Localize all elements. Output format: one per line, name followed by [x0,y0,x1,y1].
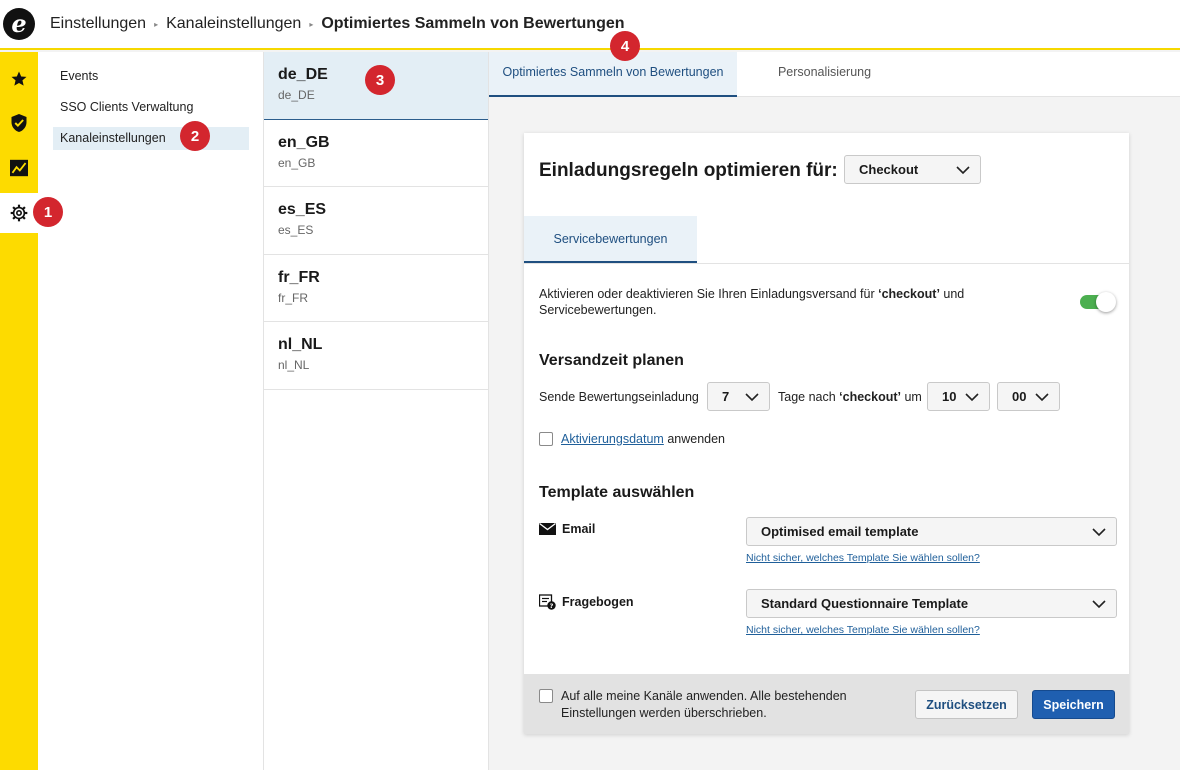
locale-item-en-gb[interactable]: en_GB en_GB [264,120,488,187]
step-badge-1: 1 [33,197,63,227]
invitation-toggle[interactable] [1080,292,1116,312]
activation-date-checkbox[interactable] [539,432,553,446]
locale-item-es-es[interactable]: es_ES es_ES [264,187,488,255]
questionnaire-label-row: ? Fragebogen [539,594,634,610]
email-template-help-link[interactable]: Nicht sicher, welches Template Sie wähle… [746,552,980,564]
subtab-divider [524,263,1129,264]
icon-rail [0,52,38,770]
days-select[interactable]: 7 [707,382,770,411]
minute-value: 00 [1012,389,1027,404]
svg-text:?: ? [550,602,554,610]
analytics-icon [10,159,28,177]
questionnaire-icon: ? [539,594,556,610]
schedule-heading: Versandzeit planen [539,352,684,369]
save-button[interactable]: Speichern [1032,690,1115,719]
locale-code: es_ES [278,201,327,218]
minute-select[interactable]: 00 [997,382,1060,411]
envelope-icon [539,523,556,535]
locale-list: de_DE de_DE en_GB en_GB es_ES es_ES fr_F… [264,52,489,770]
apply-all-channels-checkbox[interactable] [539,689,553,703]
template-heading: Template auswählen [539,484,695,501]
step-badge-2: 2 [180,121,210,151]
chevron-down-icon [745,392,759,401]
card-title: Einladungsregeln optimieren für: [539,160,838,181]
chevron-down-icon [1092,527,1106,536]
invitation-rules-card: Einladungsregeln optimieren für: Checkou… [524,133,1129,734]
tab-optimized-review-collection[interactable]: Optimiertes Sammeln von Bewertungen [489,52,737,97]
locale-code: fr_FR [278,268,320,286]
questionnaire-label: Fragebogen [562,595,634,609]
breadcrumb-separator-icon: ▸ [309,19,314,29]
brand-logo[interactable]: e [3,8,35,40]
questionnaire-template-help-link[interactable]: Nicht sicher, welches Template Sie wähle… [746,624,980,636]
activation-description: Aktivieren oder deaktivieren Sie Ihren E… [539,287,965,317]
questionnaire-template-select[interactable]: Standard Questionnaire Template [746,589,1117,618]
chevron-down-icon [1035,392,1049,401]
locale-item-fr-fr[interactable]: fr_FR fr_FR [264,255,488,322]
sidebar-item-events[interactable]: Events [53,65,249,88]
hour-value: 10 [942,389,957,404]
rail-item-analytics[interactable] [0,148,38,188]
chevron-down-icon [956,165,970,174]
rail-item-trust[interactable] [0,103,38,143]
days-value: 7 [722,389,730,404]
activation-date-link[interactable]: Aktivierungsdatum [561,432,664,446]
activation-date-row: Aktivierungsdatum anwenden [561,432,725,446]
step-badge-4: 4 [610,31,640,61]
questionnaire-template-value: Standard Questionnaire Template [761,596,969,611]
reset-button[interactable]: Zurücksetzen [915,690,1018,719]
email-template-value: Optimised email template [761,524,919,539]
breadcrumb-item-channel-settings[interactable]: Kanaleinstellungen [166,15,301,33]
settings-sidebar: Events SSO Clients Verwaltung Kanaleinst… [38,52,264,770]
gear-icon [10,204,28,222]
optimize-for-select[interactable]: Checkout [844,155,981,184]
email-label-row: Email [539,522,595,536]
locale-sub: es_ES [278,223,314,237]
optimize-for-value: Checkout [859,162,919,177]
locale-code: en_GB [278,133,330,151]
locale-item-nl-nl[interactable]: nl_NL nl_NL [264,322,488,390]
star-icon [11,71,27,86]
chevron-down-icon [965,392,979,401]
breadcrumb-separator-icon: ▸ [154,19,159,29]
locale-sub: fr_FR [278,290,308,305]
email-label: Email [562,522,596,536]
locale-sub: en_GB [278,155,316,170]
top-bar: e Einstellungen ▸ Kanaleinstellungen ▸ O… [0,0,1180,50]
chevron-down-icon [1092,599,1106,608]
breadcrumb-item-settings[interactable]: Einstellungen [50,15,146,33]
card-footer: Auf alle meine Kanäle anwenden. Alle bes… [524,674,1129,734]
sidebar-item-sso-clients[interactable]: SSO Clients Verwaltung [53,96,249,119]
rail-item-reviews[interactable] [0,59,38,99]
locale-code: nl_NL [278,336,323,353]
apply-all-channels-label: Auf alle meine Kanäle anwenden. Alle bes… [561,689,847,720]
shield-check-icon [11,114,27,132]
hour-select[interactable]: 10 [927,382,990,411]
tab-service-reviews[interactable]: Servicebewertungen [524,216,697,263]
activation-date-suffix: anwenden [667,432,726,446]
tab-personalisation[interactable]: Personalisierung [737,52,912,97]
days-after-label: Tage nach ‘checkout’ um [778,390,922,404]
locale-sub: nl_NL [278,358,310,372]
email-template-select[interactable]: Optimised email template [746,517,1117,546]
page-title: Optimiertes Sammeln von Bewertungen [321,15,625,32]
send-invitation-label: Sende Bewertungseinladung [539,390,699,404]
step-badge-3: 3 [365,65,395,95]
breadcrumb: Einstellungen ▸ Kanaleinstellungen ▸ Opt… [50,15,625,33]
sidebar-item-channel-settings[interactable]: Kanaleinstellungen [53,127,249,150]
settings-tabs: Optimiertes Sammeln von Bewertungen Pers… [489,52,1180,97]
